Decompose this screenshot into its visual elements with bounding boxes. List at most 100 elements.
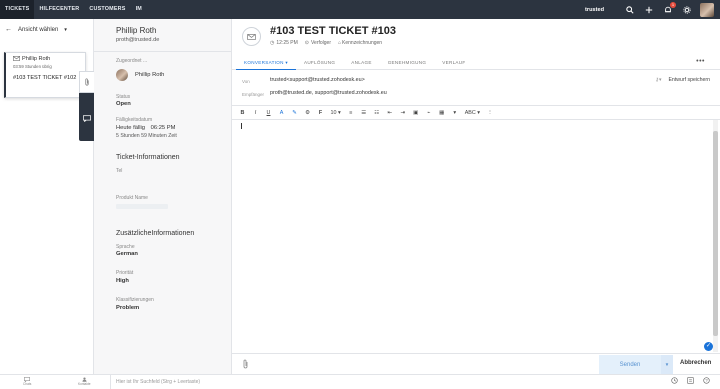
ticket-card-contact: Phillip Roth (22, 56, 51, 62)
divider (94, 51, 231, 52)
notes-icon[interactable] (682, 377, 698, 384)
status-label: Status (116, 94, 131, 100)
check-icon[interactable]: ✓ (704, 342, 713, 351)
notifications-bell-icon[interactable]: 1 (658, 0, 677, 19)
classification-value[interactable]: Problem (116, 305, 139, 311)
from-field[interactable]: trusted<support@trusted.zohodesk.eu> (270, 77, 365, 83)
language-label: Sprache (116, 244, 135, 250)
underline-button[interactable]: U (266, 110, 272, 116)
highlight-button[interactable]: ✎ (292, 110, 298, 116)
email-channel-icon (242, 27, 261, 46)
ticket-tabs: KONVERSATION ▾ AUFLÖSUNG ANLAGE GENEHMIG… (232, 56, 720, 70)
attachment-panel-tab[interactable] (79, 71, 94, 93)
tags-link[interactable]: Kennzeichnungen (342, 40, 382, 46)
top-navigation-bar: TICKETS HILFECENTER CUSTOMERS IM trusted… (0, 0, 720, 19)
user-avatar[interactable] (700, 2, 714, 17)
footer-tools: ? (666, 377, 714, 384)
footer-chats[interactable]: Chats (23, 377, 31, 386)
bold-button[interactable]: B (240, 110, 246, 116)
side-panel-tabs (79, 71, 94, 141)
tel-label: Tel (116, 168, 123, 174)
status-value[interactable]: Open (116, 101, 131, 107)
reply-editor[interactable] (232, 120, 712, 353)
insert-image-button[interactable]: ▣ (413, 110, 419, 116)
priority-value[interactable]: High (116, 278, 129, 284)
tab-verlauf[interactable]: VERLAUF (434, 56, 473, 70)
tab-genehmigung[interactable]: GENEHMIGUNG (380, 56, 435, 70)
tab-konversation[interactable]: KONVERSATION ▾ (236, 56, 296, 70)
spellcheck-select[interactable]: ABC ▾ (465, 110, 480, 116)
align-button[interactable]: ≡ (348, 110, 354, 116)
caret-down-icon: ▼ (63, 27, 68, 32)
follower-icon[interactable]: ⊙ (305, 40, 309, 46)
gear-icon[interactable] (677, 0, 696, 19)
assignee-avatar (116, 69, 128, 81)
ticket-meta: ◷ 12:25 PM ⊙ Verfolger ⌂ Kennzeichnungen (270, 40, 389, 46)
org-switcher[interactable]: trusted (585, 7, 604, 13)
ticket-detail-pane: #103 TEST TICKET #103 ◷ 12:25 PM ⊙ Verfo… (232, 19, 720, 374)
due-remaining: 5 Stunden 59 Minuten Zeit (116, 133, 177, 139)
due-date-prefix: Heute fällig (116, 125, 146, 131)
product-value-field[interactable] (116, 204, 168, 209)
clock-icon[interactable] (666, 377, 682, 384)
bullet-list-button[interactable]: ☰ (361, 110, 367, 116)
priority-label: Priorität (116, 270, 134, 276)
footer-chats-label: Chats (23, 382, 32, 386)
contact-details-pane: Phillip Roth proth@trusted.de Zugeordnet… (94, 19, 232, 374)
tab-aufloesung[interactable]: AUFLÖSUNG (296, 56, 343, 70)
font-color-button[interactable]: A (279, 110, 285, 116)
to-field[interactable]: proth@trusted.de, support@trusted.zohode… (270, 90, 387, 96)
chat-panel-tab[interactable] (79, 111, 94, 125)
footer-contacts[interactable]: Kontakte (78, 377, 91, 386)
search-icon[interactable] (620, 0, 639, 19)
save-draft[interactable]: ⚷▾ Entwurf speichern (655, 77, 710, 83)
tab-hilfecenter[interactable]: HILFECENTER (34, 0, 84, 19)
bottom-footer-bar: Chats Kontakte Hier ist Ihr Suchfeld (St… (0, 374, 720, 389)
ticket-card-subject: #103 TEST TICKET #102 (13, 75, 77, 81)
send-options-dropdown[interactable]: ▼ (661, 355, 673, 374)
view-selector[interactable]: ← Ansicht wählen ▼ (5, 26, 68, 33)
contact-name[interactable]: Phillip Roth (116, 26, 156, 35)
tab-konversation-label: KONVERSATION (244, 60, 284, 65)
insert-table-button[interactable]: ▦ (439, 110, 445, 116)
text-cursor (241, 123, 242, 129)
global-search-input[interactable]: Hier ist Ihr Suchfeld (Strg + Leertaste) (116, 379, 200, 385)
outdent-button[interactable]: ⇤ (387, 110, 393, 116)
insert-more-dropdown[interactable]: ▾ (452, 110, 458, 116)
more-options-icon[interactable]: ••• (696, 58, 705, 65)
language-value[interactable]: German (116, 251, 138, 257)
footer-divider (110, 375, 111, 389)
numbered-list-button[interactable]: ☷ (374, 110, 380, 116)
tab-anlage[interactable]: ANLAGE (343, 56, 379, 70)
plus-icon[interactable] (639, 0, 658, 19)
ticket-card[interactable]: Phillip Roth 03:59 Stunden übrig #103 TE… (4, 52, 86, 98)
top-right-tools: trusted 1 (585, 0, 720, 19)
font-family-button[interactable]: F (318, 110, 324, 116)
indent-button[interactable]: ⇥ (400, 110, 406, 116)
italic-button[interactable]: I (253, 110, 259, 116)
help-icon[interactable]: ? (698, 377, 714, 384)
tag-icon[interactable]: ⌂ (338, 40, 341, 46)
insert-link-button[interactable]: ⌁ (426, 110, 432, 116)
editor-scrollbar-thumb[interactable] (713, 131, 718, 336)
paperclip-icon[interactable] (242, 359, 249, 371)
due-date-value[interactable]: Heute fällig 06:25 PM (116, 125, 175, 131)
send-button[interactable]: Senden (599, 355, 661, 374)
ticket-time: 12:25 PM (276, 40, 298, 46)
tab-customers[interactable]: CUSTOMERS (84, 0, 130, 19)
format-painter-button[interactable]: ⚙ (305, 110, 311, 116)
back-arrow-icon[interactable]: ← (5, 26, 12, 33)
tab-tickets[interactable]: TICKETS (0, 0, 35, 19)
font-size-select[interactable]: 10 ▾ (331, 110, 341, 116)
classification-label: Klassifizierungen (116, 297, 154, 303)
cancel-button[interactable]: Abbrechen (680, 360, 711, 366)
ticket-list-pane: ← Ansicht wählen ▼ Phillip Roth 03:59 St… (0, 19, 94, 374)
follower-link[interactable]: Verfolger (311, 40, 331, 46)
tab-im[interactable]: IM (131, 0, 147, 19)
envelope-icon (13, 56, 20, 63)
reply-actions-bar: Senden ▼ Abbrechen (232, 353, 720, 374)
assignee-name[interactable]: Phillip Roth (135, 72, 164, 78)
ticket-info-heading: Ticket-Informationen (116, 154, 180, 161)
to-label: Empfänger (242, 92, 265, 97)
toolbar-more-button[interactable]: ⋮ (487, 110, 493, 116)
